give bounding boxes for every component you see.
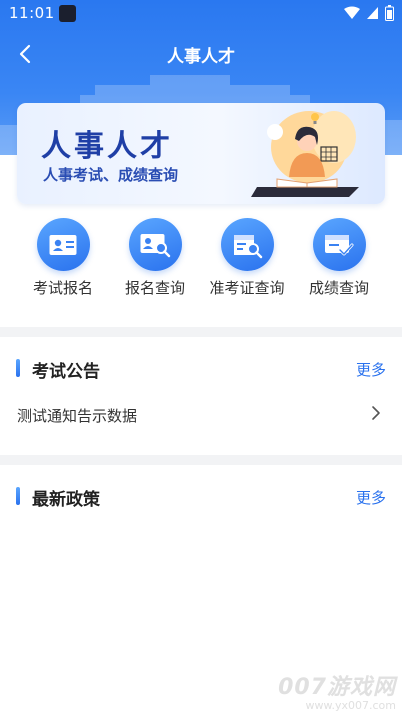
notice-item-text: 测试通知告示数据 [17, 407, 138, 425]
shortcut-label: 报名查询 [124, 279, 185, 297]
shortcut-admission-ticket-query[interactable]: 准考证查询 [202, 218, 292, 298]
id-search-icon [128, 218, 182, 271]
banner-title: 人事人才 [41, 129, 173, 164]
wifi-icon [344, 6, 360, 19]
shortcut-score-query[interactable]: 成绩查询 [294, 218, 384, 298]
nav-bar: 人事人才 [0, 28, 402, 80]
shortcut-label: 准考证查询 [209, 279, 285, 297]
signal-icon [367, 7, 378, 19]
watermark-brand: 007游戏网 [278, 675, 396, 700]
page-title: 人事人才 [167, 47, 235, 67]
chevron-right-icon [372, 406, 380, 420]
shortcut-label: 考试报名 [32, 279, 93, 297]
app-notification-icon [59, 5, 76, 22]
latest-policy-more-link[interactable]: 更多 [356, 487, 386, 508]
battery-icon [385, 5, 394, 21]
section-divider [0, 327, 402, 337]
id-card-icon [36, 218, 90, 271]
shortcut-grid: 考试报名 报名查询 准考证查询 成绩查询 [0, 218, 402, 300]
status-bar: 11:01 [0, 0, 402, 28]
shortcut-label: 成绩查询 [308, 279, 369, 297]
banner: 人事人才 人事考试、成绩查询 [17, 103, 385, 204]
shortcut-registration-query[interactable]: 报名查询 [110, 218, 200, 298]
exam-notice-title: 考试公告 [32, 362, 100, 382]
banner-subtitle: 人事考试、成绩查询 [43, 166, 179, 184]
section-accent-bar [16, 359, 20, 377]
site-watermark: 007游戏网 www.yx007.com [278, 669, 396, 712]
ticket-search-icon [220, 218, 274, 271]
latest-policy-title: 最新政策 [32, 490, 100, 510]
exam-notice-header: 考试公告 更多 [0, 353, 402, 383]
section-accent-bar [16, 487, 20, 505]
score-check-icon [312, 218, 366, 271]
status-time: 11:01 [9, 4, 55, 22]
shortcut-exam-registration[interactable]: 考试报名 [18, 218, 108, 298]
studying-girl-illustration [251, 111, 359, 197]
exam-notice-more-link[interactable]: 更多 [356, 359, 386, 380]
latest-policy-header: 最新政策 更多 [0, 481, 402, 511]
notice-list-item[interactable]: 测试通知告示数据 [0, 396, 402, 436]
section-divider [0, 455, 402, 465]
